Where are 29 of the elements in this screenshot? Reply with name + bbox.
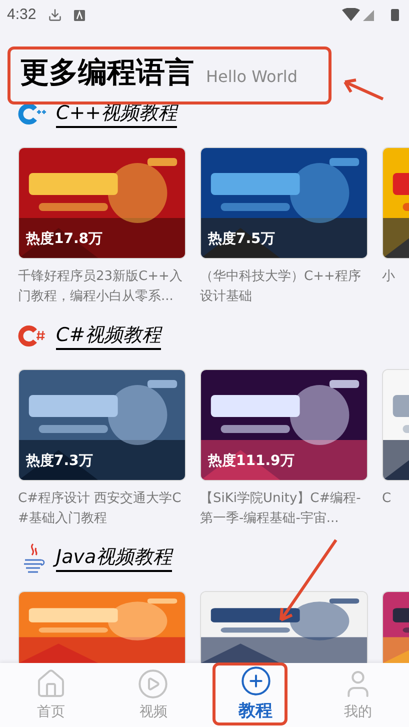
section-title: C#视频教程 — [56, 322, 162, 350]
video-title[interactable]: C#程序设计 西安交通大学C#基础入门教程 — [18, 489, 186, 533]
video-thumbnail[interactable]: 热度7.3万 — [18, 369, 186, 481]
section-title: C++视频教程 — [56, 100, 178, 128]
page-title: 更多编程语言 — [20, 58, 194, 87]
plus-circle-icon — [240, 665, 272, 698]
play-icon — [137, 668, 170, 700]
heat-label: 热度7.5万 — [208, 230, 275, 249]
cpp-logo-icon — [18, 103, 48, 125]
heat-label: 热度7.3万 — [26, 452, 93, 471]
video-thumbnail[interactable]: 热度7.5万 — [200, 147, 368, 259]
heat-label: 热度111.9万 — [208, 452, 294, 471]
video-thumbnail[interactable]: 热度17.8万 — [18, 147, 186, 259]
nav-tab[interactable]: 教程 — [204, 663, 307, 727]
heat-label: 热度17.8万 — [26, 230, 103, 249]
csharp-logo-icon — [18, 325, 48, 347]
nav-tab[interactable]: 我的 — [306, 663, 409, 727]
download-icon — [48, 8, 62, 22]
video-title[interactable]: （华中科技大学）C++程序设计基础 — [200, 267, 368, 311]
status-time: 4:32 — [7, 4, 36, 25]
nav-tab[interactable]: 视频 — [102, 663, 204, 727]
nav-tab[interactable]: 首页 — [0, 663, 102, 727]
video-title[interactable]: 千锋好程序员23新版C++入门教程，编程小白从零系... — [18, 267, 186, 311]
video-thumbnail[interactable]: 热度111.9万 — [200, 369, 368, 481]
video-title[interactable]: 小 — [382, 267, 409, 311]
video-title[interactable]: C — [382, 489, 409, 533]
page-subtitle: Hello World — [206, 69, 298, 87]
signal-icons — [342, 8, 402, 22]
video-title[interactable]: 【SiKi学院Unity】C#编程-第一季-编程基础-宇宙... — [200, 489, 368, 533]
